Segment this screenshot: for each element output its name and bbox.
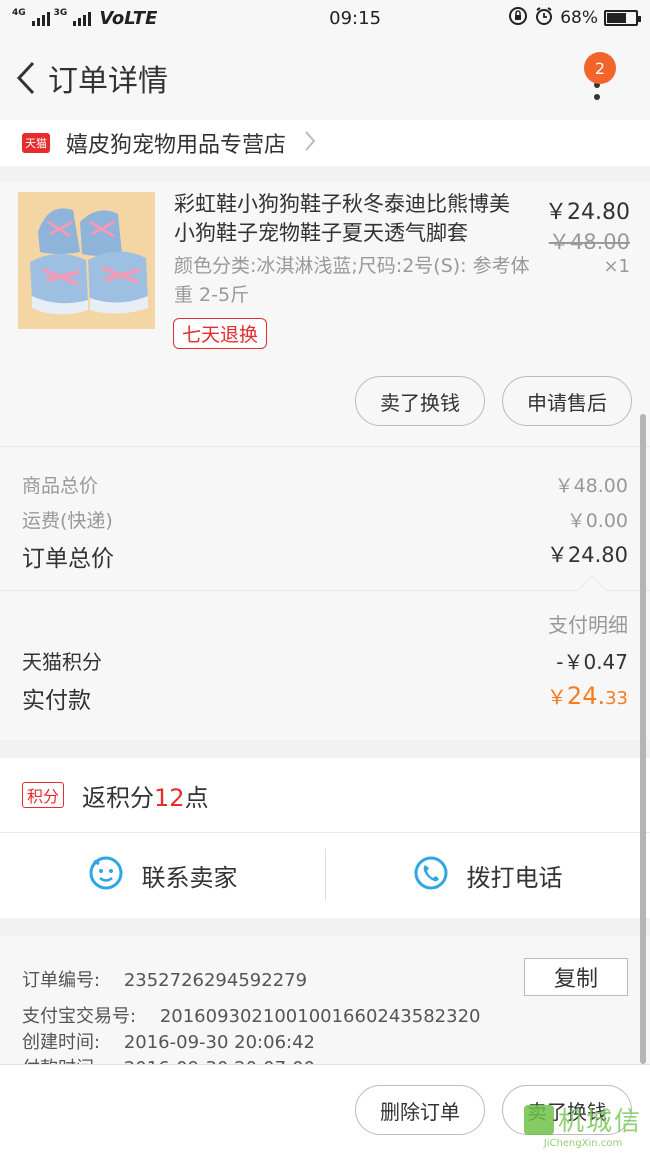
order-total-value: ￥24.80	[546, 543, 628, 567]
status-time: 09:15	[329, 7, 382, 29]
goods-total-value: ￥48.00	[554, 475, 628, 497]
order-totals: 商品总价 ￥48.00 运费(快递) ￥0.00 订单总价 ￥24.80	[0, 446, 650, 590]
product-card[interactable]: 彩虹鞋小狗狗鞋子秋冬泰迪比熊博美小狗鞋子宠物鞋子夏天透气脚套 颜色分类:冰淇淋浅…	[0, 182, 650, 446]
alipay-value: 2016093021001001660243582320	[159, 1006, 481, 1027]
shipping-row: 运费(快递) ￥0.00	[22, 506, 628, 533]
scrollbar[interactable]	[640, 414, 646, 1064]
tmall-icon: 天猫	[22, 133, 50, 153]
price-current: ￥24.80	[545, 200, 630, 225]
watermark-cn: 机城信	[557, 1107, 642, 1137]
call-phone-label: 拨打电话	[466, 864, 563, 892]
back-icon[interactable]	[4, 48, 48, 108]
battery-icon	[604, 10, 641, 26]
tmall-points-label: 天猫积分	[22, 650, 102, 674]
watermark-icon	[523, 1104, 554, 1135]
status-right: 68%	[508, 6, 641, 31]
rotation-lock-icon	[508, 6, 528, 31]
seven-day-return-tag: 七天退换	[173, 318, 268, 349]
paid-integer: 24.	[566, 682, 606, 710]
product-name[interactable]: 彩虹鞋小狗狗鞋子秋冬泰迪比熊博美小狗鞋子宠物鞋子夏天透气脚套	[174, 190, 526, 248]
order-total-label: 订单总价	[22, 546, 114, 572]
notification-badge: 2	[584, 52, 616, 84]
goods-total-row: 商品总价 ￥48.00	[22, 471, 628, 498]
points-number: 12	[154, 783, 185, 812]
phone-icon	[413, 855, 449, 897]
product-image[interactable]	[18, 192, 155, 329]
order-number-value: 2352726294592279	[123, 970, 308, 991]
signal-icon-2	[73, 10, 92, 26]
paid-label: 实付款	[22, 688, 91, 714]
network-type-2: 3G	[53, 7, 68, 18]
page-title: 订单详情	[48, 64, 168, 99]
alipay-row: 支付宝交易号: 2016093021001001660243582320	[22, 1002, 480, 1028]
payment-detail-header: 支付明细	[22, 609, 628, 638]
network-type: 4G	[12, 7, 26, 18]
paid-decimal: 33	[605, 688, 628, 709]
alipay-label: 支付宝交易号:	[22, 1006, 137, 1027]
alarm-icon	[534, 6, 554, 31]
points-rebate-row: 积分 返积分12点	[0, 758, 650, 832]
shipping-value: ￥0.00	[566, 510, 628, 532]
order-number-row: 订单编号: 2352726294592279	[22, 966, 307, 992]
contact-bar: 联系卖家 拨打电话	[0, 832, 650, 918]
contact-seller-label: 联系卖家	[141, 864, 238, 892]
chevron-right-icon	[304, 130, 316, 156]
paid-row: 实付款 ￥24.33	[22, 681, 628, 715]
bottom-action-bar: 删除订单 卖了换钱 机城信 JiChengXin.com	[0, 1064, 650, 1155]
price-original: ￥48.00	[548, 230, 630, 254]
volte-label: VoLTE	[99, 7, 158, 29]
created-time-label: 创建时间:	[22, 1032, 101, 1053]
quantity: ×1	[603, 256, 630, 277]
resell-button[interactable]: 卖了换钱	[355, 376, 485, 426]
chat-icon	[88, 855, 124, 897]
points-tag: 积分	[22, 782, 65, 808]
watermark-en: JiChengXin.com	[543, 1138, 623, 1149]
created-time-value: 2016-09-30 20:06:42	[123, 1032, 315, 1053]
tmall-points-row: 天猫积分 -￥0.47	[22, 646, 628, 675]
signal-icon	[31, 10, 50, 26]
goods-total-label: 商品总价	[22, 475, 99, 497]
paid-value: ￥24.33	[547, 681, 628, 715]
tmall-points-value: -￥0.47	[556, 650, 628, 674]
call-phone-button[interactable]: 拨打电话	[325, 833, 650, 918]
divider	[325, 849, 326, 901]
product-spec: 颜色分类:冰淇淋浅蓝;尺码:2号(S): 参考体重 2-5斤	[174, 255, 530, 306]
watermark-logo: 机城信 JiChengXin.com	[523, 1101, 642, 1149]
delete-order-button[interactable]: 删除订单	[355, 1085, 485, 1135]
payment-detail-label: 支付明细	[548, 613, 628, 637]
points-prefix: 返积分	[82, 783, 155, 812]
order-total-row: 订单总价 ￥24.80	[22, 539, 628, 573]
after-sale-button[interactable]: 申请售后	[502, 376, 632, 426]
status-bar: 4G 3G VoLTE 09:15 68%	[0, 0, 650, 36]
contact-seller-button[interactable]: 联系卖家	[0, 833, 325, 918]
points-text: 返积分12点	[82, 778, 209, 813]
payment-details: 支付明细 天猫积分 -￥0.47 实付款 ￥24.33	[0, 575, 650, 740]
status-left: 4G 3G VoLTE	[12, 8, 242, 29]
more-menu-button[interactable]: 2	[582, 52, 622, 112]
copy-button[interactable]: 复制	[524, 958, 628, 996]
app-header: 订单详情 2	[0, 36, 650, 120]
created-time-row: 创建时间: 2016-09-30 20:06:42	[22, 1028, 315, 1054]
shipping-label: 运费(快递)	[22, 510, 113, 532]
battery-percent: 68%	[560, 8, 598, 28]
order-info: 订单编号: 2352726294592279 复制 支付宝交易号: 201609…	[0, 936, 650, 1066]
store-row[interactable]: 天猫 嬉皮狗宠物用品专营店	[0, 120, 650, 166]
order-number-label: 订单编号:	[22, 970, 101, 991]
store-name: 嬉皮狗宠物用品专营店	[66, 133, 287, 158]
paid-currency: ￥	[546, 685, 567, 709]
points-suffix: 点	[184, 783, 209, 812]
